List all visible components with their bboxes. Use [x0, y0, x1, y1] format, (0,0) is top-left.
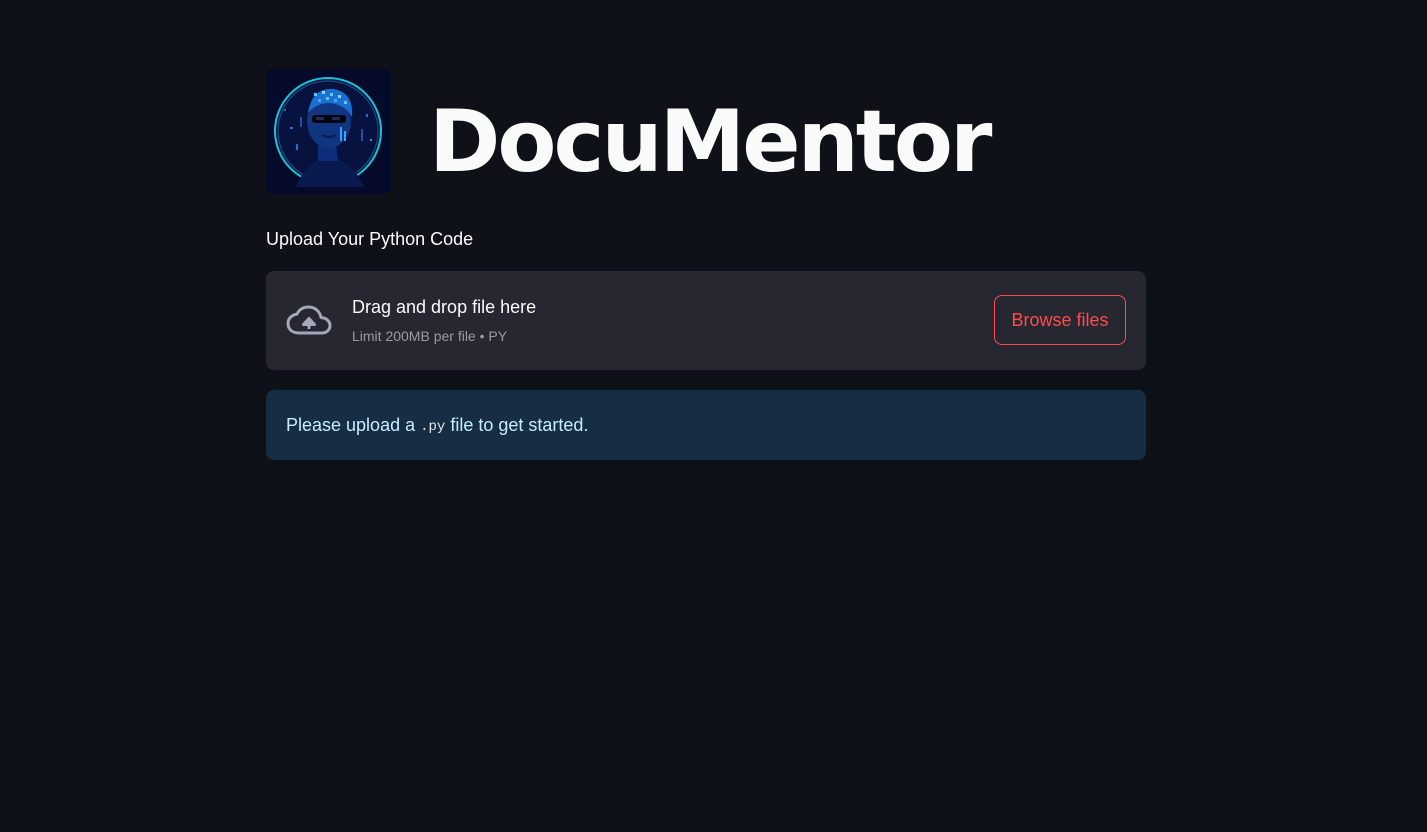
info-text-prefix: Please upload a — [286, 414, 416, 435]
dropzone-title: Drag and drop file here — [352, 297, 537, 317]
info-alert: Please upload a .py file to get started. — [266, 390, 1146, 460]
uploader-label: Upload Your Python Code — [266, 229, 474, 249]
page-title: DocuMentor — [429, 92, 992, 192]
info-code: .py — [420, 419, 446, 435]
page-header: DocuMentor — [266, 68, 1146, 194]
dropzone-text: Drag and drop file here Limit 200MB per … — [352, 296, 536, 345]
app-logo — [266, 68, 391, 194]
file-dropzone[interactable]: Drag and drop file here Limit 200MB per … — [266, 271, 1146, 370]
info-text-suffix: file to get started. — [450, 414, 589, 435]
browse-files-button[interactable]: Browse files — [994, 295, 1126, 345]
portrait-logo-icon — [266, 68, 391, 194]
cloud-upload-icon — [286, 305, 332, 334]
dropzone-limit: Limit 200MB per file • PY — [352, 328, 508, 344]
main-content: DocuMentor Upload Your Python Code Drag … — [266, 68, 1146, 460]
